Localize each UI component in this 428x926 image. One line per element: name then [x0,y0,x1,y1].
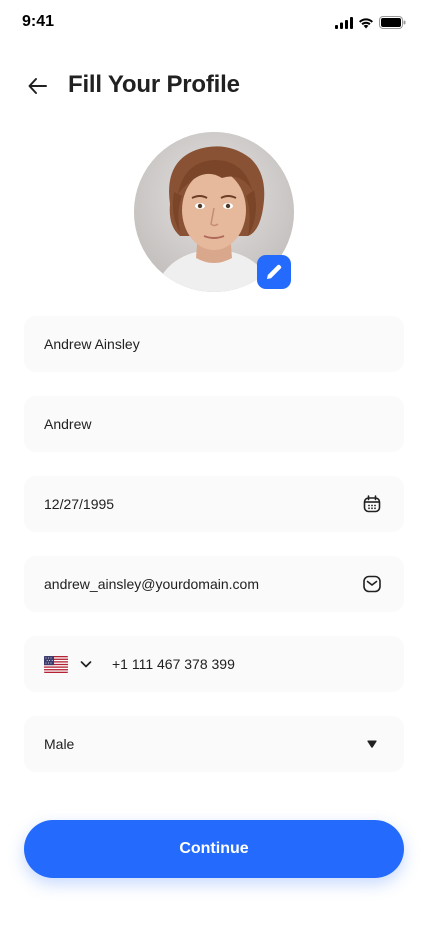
pencil-icon [267,264,282,279]
signal-icon [335,16,353,29]
page-title: Fill Your Profile [68,71,240,98]
header: Fill Your Profile [0,66,428,106]
triangle-down-icon [367,740,377,748]
continue-button[interactable]: Continue [24,820,404,878]
calendar-button[interactable] [360,492,384,516]
email-field[interactable]: andrew_ainsley@yourdomain.com [24,556,404,612]
wifi-icon [359,17,373,28]
profile-photo[interactable] [134,132,294,292]
nickname-field[interactable]: Andrew [24,396,404,452]
date-of-birth-field[interactable]: 12/27/1995 [24,476,404,532]
us-flag-icon [44,655,68,673]
email-value: andrew_ainsley@yourdomain.com [44,576,259,592]
email-icon-wrap [360,572,384,596]
gender-value: Male [44,736,75,752]
battery-icon [379,16,406,29]
chevron-down-icon [80,661,92,668]
status-icons [335,16,406,29]
edit-photo-button[interactable] [257,255,291,289]
country-code-dropdown[interactable] [78,656,94,672]
status-time: 9:41 [22,13,55,30]
arrow-left-icon [28,78,47,94]
phone-value: +1 111 467 378 399 [112,656,235,672]
full-name-field[interactable]: Andrew Ainsley [24,316,404,372]
phone-field[interactable]: +1 111 467 378 399 [24,636,404,692]
calendar-icon [363,495,381,513]
mail-icon [363,575,381,593]
nickname-value: Andrew [44,416,92,432]
status-bar: 9:41 [0,0,428,44]
gender-dropdown-button[interactable] [360,732,384,756]
date-of-birth-value: 12/27/1995 [44,496,115,512]
back-button[interactable] [24,72,52,100]
gender-select[interactable]: Male [24,716,404,772]
full-name-value: Andrew Ainsley [44,336,140,352]
